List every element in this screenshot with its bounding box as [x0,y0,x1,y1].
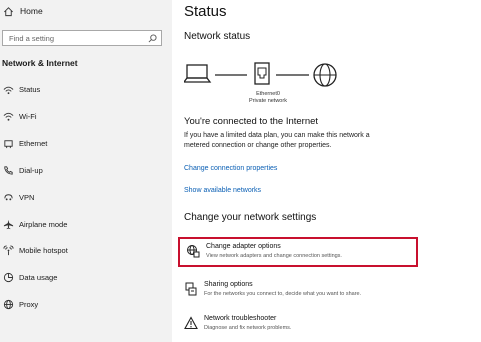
adapter-globe-icon [186,244,200,258]
change-connection-properties-link[interactable]: Change connection properties [184,165,277,172]
home-label: Home [20,6,43,16]
sidebar-item-label: VPN [19,192,35,202]
sidebar-item-label: Wi-Fi [19,111,37,121]
option-title: Change adapter options [206,243,281,250]
sidebar-item-ethernet[interactable]: Ethernet [0,134,172,152]
sharing-options[interactable]: Sharing options For the networks you con… [178,277,418,307]
option-description: For the networks you connect to, decide … [204,291,362,297]
sidebar-item-dialup[interactable]: Dial-up [0,161,172,179]
sidebar: Home Find a setting Network & Internet S… [0,0,172,342]
hotspot-icon [2,244,14,256]
option-description: Diagnose and fix network problems. [204,325,292,331]
data-usage-icon [2,271,14,283]
home-icon [2,5,14,17]
warning-icon [184,316,198,330]
ethernet-adapter-icon [254,62,270,85]
search-input[interactable]: Find a setting [9,34,147,43]
wifi-icon [2,110,14,122]
network-status-heading: Network status [184,31,251,42]
sidebar-item-airplane-mode[interactable]: Airplane mode [0,215,172,233]
sidebar-item-label: Ethernet [19,138,48,148]
sidebar-item-vpn[interactable]: VPN [0,188,172,206]
search-box[interactable]: Find a setting [2,30,162,46]
network-type: Private network [249,98,287,104]
change-settings-heading: Change your network settings [184,212,317,223]
connected-heading: You're connected to the Internet [184,116,319,127]
option-description: View network adapters and change connect… [206,253,342,259]
sidebar-item-label: Status [19,84,41,94]
change-adapter-options[interactable]: Change adapter options View network adap… [178,237,418,267]
sidebar-item-data-usage[interactable]: Data usage [0,268,172,286]
main-content: Status Network status Ethernet0 Private … [172,0,481,342]
option-title: Sharing options [204,281,253,288]
sidebar-item-label: Airplane mode [19,219,68,229]
page-title: Status [184,3,227,20]
option-title: Network troubleshooter [204,315,277,322]
show-available-networks-link[interactable]: Show available networks [184,187,261,194]
sidebar-item-label: Dial-up [19,165,43,175]
status-icon [2,83,14,95]
phone-icon [2,164,14,176]
airplane-icon [2,218,14,230]
sidebar-item-mobile-hotspot[interactable]: Mobile hotspot [0,241,172,259]
home-nav-item[interactable]: Home [0,3,172,19]
sidebar-item-wifi[interactable]: Wi-Fi [0,107,172,125]
adapter-name: Ethernet0 [256,91,280,97]
ethernet-icon [2,137,14,149]
vpn-icon [2,191,14,203]
section-heading: Network & Internet [2,58,78,68]
sidebar-item-label: Mobile hotspot [19,245,68,255]
network-troubleshooter[interactable]: Network troubleshooter Diagnose and fix … [178,311,418,341]
computer-icon [182,64,212,83]
sidebar-item-label: Data usage [19,272,58,282]
internet-globe-icon [313,63,337,87]
sidebar-item-status[interactable]: Status [0,80,172,98]
sidebar-item-label: Proxy [19,299,39,309]
search-icon[interactable] [147,33,157,43]
connected-description: If you have a limited data plan, you can… [184,132,370,149]
sharing-icon [184,282,198,296]
globe-icon [2,298,14,310]
sidebar-item-proxy[interactable]: Proxy [0,295,172,313]
